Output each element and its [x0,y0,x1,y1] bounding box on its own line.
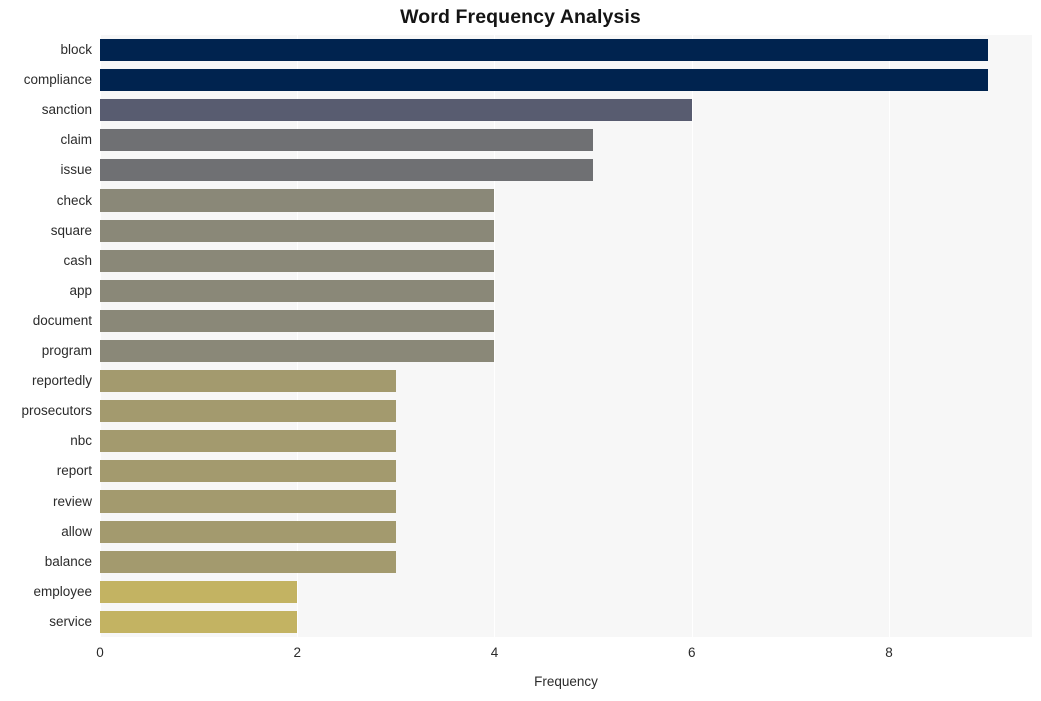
gridline-x-6 [691,35,693,637]
chart-title: Word Frequency Analysis [400,6,641,28]
gridline-x-4 [494,35,496,637]
y-tick-label: issue [60,162,92,178]
bar [100,189,495,212]
x-tick-label: 2 [293,645,301,660]
y-tick-label: nbc [70,433,92,449]
bar [100,249,495,272]
y-tick-label: app [69,282,92,298]
gridline-x-2 [297,35,299,637]
x-tick-label: 0 [96,645,104,660]
bar [100,219,495,242]
bar [100,610,298,633]
x-tick-label: 4 [490,645,499,660]
plot-area [100,35,1032,637]
x-axis-label: Frequency [534,674,598,689]
bar [100,309,495,332]
bar [100,580,298,603]
x-tick-label: 6 [687,645,696,660]
bar [100,460,396,483]
y-tick-label: cash [63,252,92,268]
bar [100,159,594,182]
y-tick-label: reportedly [31,373,92,389]
y-tick-label: sanction [41,102,92,118]
y-tick-label: compliance [23,72,92,88]
y-tick-label: block [60,42,92,58]
y-tick-label: program [41,343,92,359]
bar [100,550,396,573]
y-tick-label: review [52,493,92,509]
word-frequency-chart: Word Frequency Analysis block compliance s… [0,0,1041,701]
y-tick-label: claim [60,132,92,148]
bar [100,99,692,122]
bar [100,38,988,62]
y-tick-label: report [56,463,92,479]
y-tick-label: check [56,192,92,208]
x-axis-tick-labels: 0 2 4 6 8 [0,637,1041,667]
gridline-x-8 [888,35,890,637]
bar [100,520,396,543]
y-tick-label: square [50,222,92,238]
bar [100,370,396,393]
y-tick-label: allow [61,523,92,539]
bar [100,129,594,152]
bar [100,400,396,423]
bar [100,430,396,453]
y-tick-label: employee [33,583,92,599]
bar [100,339,495,363]
y-tick-label: document [32,312,92,328]
y-tick-label: service [49,613,92,629]
y-axis-tick-labels: block compliance sanction claim issue check sq… [0,35,92,637]
x-tick-label: 8 [885,645,893,660]
y-tick-label: prosecutors [21,403,92,419]
bar [100,69,988,92]
gridline-x-0 [100,35,101,637]
bar [100,279,495,302]
y-tick-label: balance [44,553,92,569]
bar [100,490,396,513]
